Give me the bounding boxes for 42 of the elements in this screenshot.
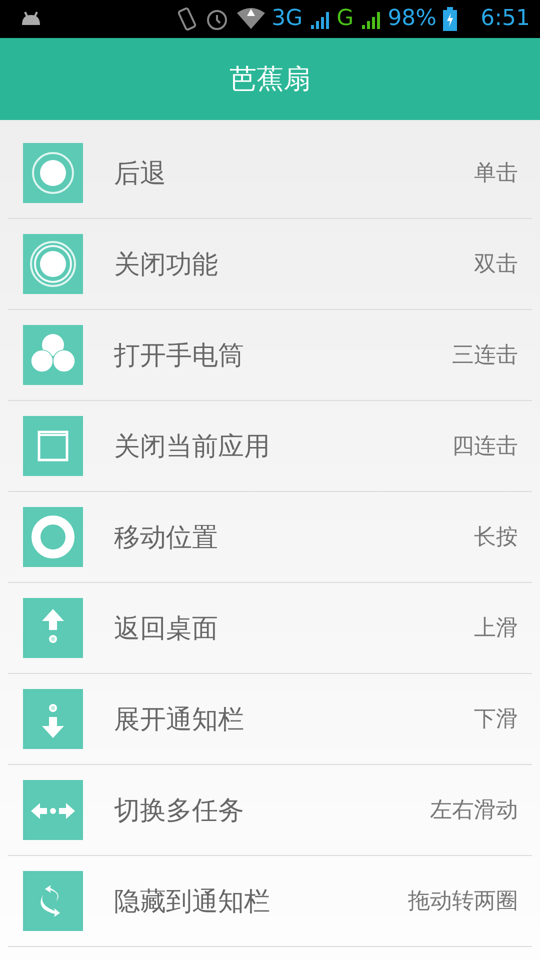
network-type: 3G [272, 6, 303, 32]
app-title: 芭蕉扇 [230, 63, 310, 97]
action-label: 打开手电筒 [114, 340, 245, 372]
gesture-label: 长按 [474, 524, 518, 552]
action-label: 展开通知栏 [114, 704, 245, 736]
action-label: 关闭功能 [114, 248, 219, 282]
battery-icon [442, 7, 457, 31]
action-label: 后退 [114, 158, 167, 190]
window-icon [23, 416, 83, 476]
gesture-row[interactable]: 关闭功能 双击 [8, 219, 532, 310]
gesture-label: 单击 [474, 160, 518, 188]
gesture-row[interactable]: 返回桌面 上滑 [8, 583, 532, 674]
gesture-row[interactable]: 移动位置 长按 [8, 492, 532, 583]
left-right-arrows-icon [23, 780, 83, 840]
gesture-row[interactable]: 切换多任务 左右滑动 [8, 765, 532, 856]
gesture-row[interactable]: 展开通知栏 下滑 [8, 674, 532, 765]
clock: 6:51 [480, 6, 530, 32]
single-tap-icon [23, 143, 83, 203]
gesture-label: 四连击 [452, 433, 518, 461]
action-label: 返回桌面 [114, 612, 219, 646]
gesture-row[interactable]: 关闭当前应用 四连击 [8, 401, 532, 492]
gesture-label: 拖动转两圈 [408, 888, 518, 916]
gesture-label: 三连击 [452, 342, 518, 370]
gesture-label: 下滑 [474, 706, 518, 734]
action-label: 隐藏到通知栏 [114, 886, 271, 918]
gesture-row[interactable]: 隐藏到通知栏 拖动转两圈 [8, 856, 532, 947]
three-circles-icon [23, 325, 83, 385]
action-label: 关闭当前应用 [114, 430, 271, 464]
gesture-row[interactable]: 后退 单击 [8, 128, 532, 219]
battery-percent: 98% [388, 6, 437, 32]
network-type: G [336, 6, 354, 32]
vibrate-icon [176, 6, 198, 32]
wifi-icon [236, 7, 266, 31]
gesture-label: 左右滑动 [430, 797, 518, 825]
gesture-label: 双击 [474, 251, 518, 279]
action-label: 切换多任务 [114, 794, 245, 828]
rotate-arrows-icon [23, 871, 83, 931]
gesture-label: 上滑 [474, 615, 518, 643]
double-tap-icon [23, 234, 83, 294]
ring-icon [23, 507, 83, 567]
action-label: 移动位置 [114, 522, 219, 554]
gesture-row[interactable]: 打开手电筒 三连击 [8, 310, 532, 401]
